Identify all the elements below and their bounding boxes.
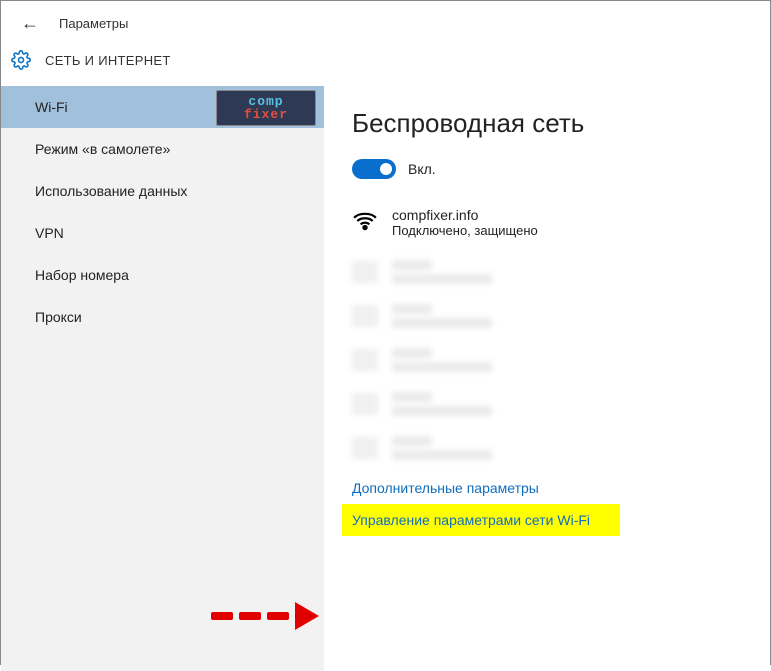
back-arrow-icon[interactable]: ← (21, 13, 39, 34)
wifi-icon-blurred (352, 261, 378, 283)
watermark-logo: comp fixer (216, 90, 316, 126)
network-item-blurred[interactable] (352, 436, 750, 460)
network-item-connected[interactable]: compfixer.info Подключено, защищено (352, 207, 750, 238)
blurred-line (392, 304, 432, 314)
wifi-toggle-row: Вкл. (352, 159, 750, 179)
blurred-text (392, 436, 492, 460)
arrow-dash (239, 612, 261, 620)
sidebar: Wi-Fi comp fixer Режим «в самолете» Испо… (1, 86, 324, 671)
wifi-icon-blurred (352, 393, 378, 415)
blurred-line (392, 348, 432, 358)
arrow-dash (211, 612, 233, 620)
network-item-blurred[interactable] (352, 392, 750, 416)
blurred-text (392, 304, 492, 328)
sidebar-item-vpn[interactable]: VPN (1, 212, 324, 254)
network-text: compfixer.info Подключено, защищено (392, 207, 538, 238)
sidebar-item-label: VPN (35, 225, 64, 241)
blurred-line (392, 260, 432, 270)
blurred-line (392, 362, 492, 372)
network-item-blurred[interactable] (352, 348, 750, 372)
sidebar-item-airplane-mode[interactable]: Режим «в самолете» (1, 128, 324, 170)
wifi-icon-blurred (352, 305, 378, 327)
link-manage-wifi[interactable]: Управление параметрами сети Wi-Fi (342, 504, 620, 536)
sidebar-item-label: Wi-Fi (35, 99, 68, 115)
annotation-arrow (211, 602, 319, 630)
sidebar-item-wifi[interactable]: Wi-Fi comp fixer (1, 86, 324, 128)
network-status: Подключено, защищено (392, 223, 538, 238)
blurred-line (392, 274, 492, 284)
sidebar-item-proxy[interactable]: Прокси (1, 296, 324, 338)
sidebar-item-label: Набор номера (35, 267, 129, 283)
network-item-blurred[interactable] (352, 260, 750, 284)
blurred-line (392, 392, 432, 402)
arrow-head-icon (295, 602, 319, 630)
section-header: СЕТЬ И ИНТЕРНЕТ (1, 42, 770, 86)
sidebar-item-label: Прокси (35, 309, 82, 325)
wifi-toggle[interactable] (352, 159, 396, 179)
blurred-text (392, 348, 492, 372)
blurred-line (392, 406, 492, 416)
blurred-text (392, 260, 492, 284)
gear-icon (11, 50, 31, 70)
wifi-icon (352, 209, 378, 231)
blurred-line (392, 318, 492, 328)
sidebar-item-dialup[interactable]: Набор номера (1, 254, 324, 296)
blurred-line (392, 450, 492, 460)
page-title: Беспроводная сеть (352, 108, 750, 139)
blurred-text (392, 392, 492, 416)
network-name: compfixer.info (392, 207, 538, 223)
sidebar-item-data-usage[interactable]: Использование данных (1, 170, 324, 212)
wifi-toggle-label: Вкл. (408, 161, 436, 177)
sidebar-item-label: Режим «в самолете» (35, 141, 170, 157)
arrow-dash (267, 612, 289, 620)
network-item-blurred[interactable] (352, 304, 750, 328)
window-header: ← Параметры (1, 1, 770, 42)
wifi-icon-blurred (352, 349, 378, 371)
section-title: СЕТЬ И ИНТЕРНЕТ (45, 53, 171, 68)
window-title: Параметры (59, 16, 128, 31)
sidebar-item-label: Использование данных (35, 183, 187, 199)
wifi-icon-blurred (352, 437, 378, 459)
content-panel: Беспроводная сеть Вкл. compfixer.info По… (324, 86, 770, 671)
link-additional-params[interactable]: Дополнительные параметры (352, 480, 750, 496)
watermark-line2: fixer (244, 108, 288, 121)
blurred-line (392, 436, 432, 446)
main-layout: Wi-Fi comp fixer Режим «в самолете» Испо… (1, 86, 770, 671)
